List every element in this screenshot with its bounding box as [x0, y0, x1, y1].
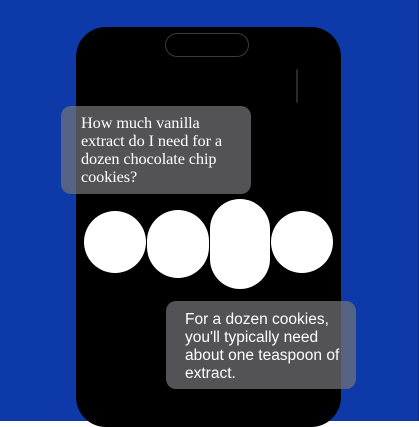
assistant-message-text: For a dozen cookies, you'll typically ne…	[185, 311, 340, 382]
user-message-text: How much vanilla extract do I need for a…	[81, 113, 222, 186]
assistant-message-bubble: For a dozen cookies, you'll typically ne…	[166, 301, 356, 389]
user-message-bubble: How much vanilla extract do I need for a…	[61, 106, 251, 194]
scroll-indicator	[296, 69, 298, 103]
voice-dot-icon	[84, 211, 146, 273]
voice-dot-icon	[210, 199, 270, 289]
dynamic-island	[165, 33, 249, 57]
voice-dot-icon	[271, 211, 333, 273]
voice-dot-icon	[147, 210, 209, 278]
